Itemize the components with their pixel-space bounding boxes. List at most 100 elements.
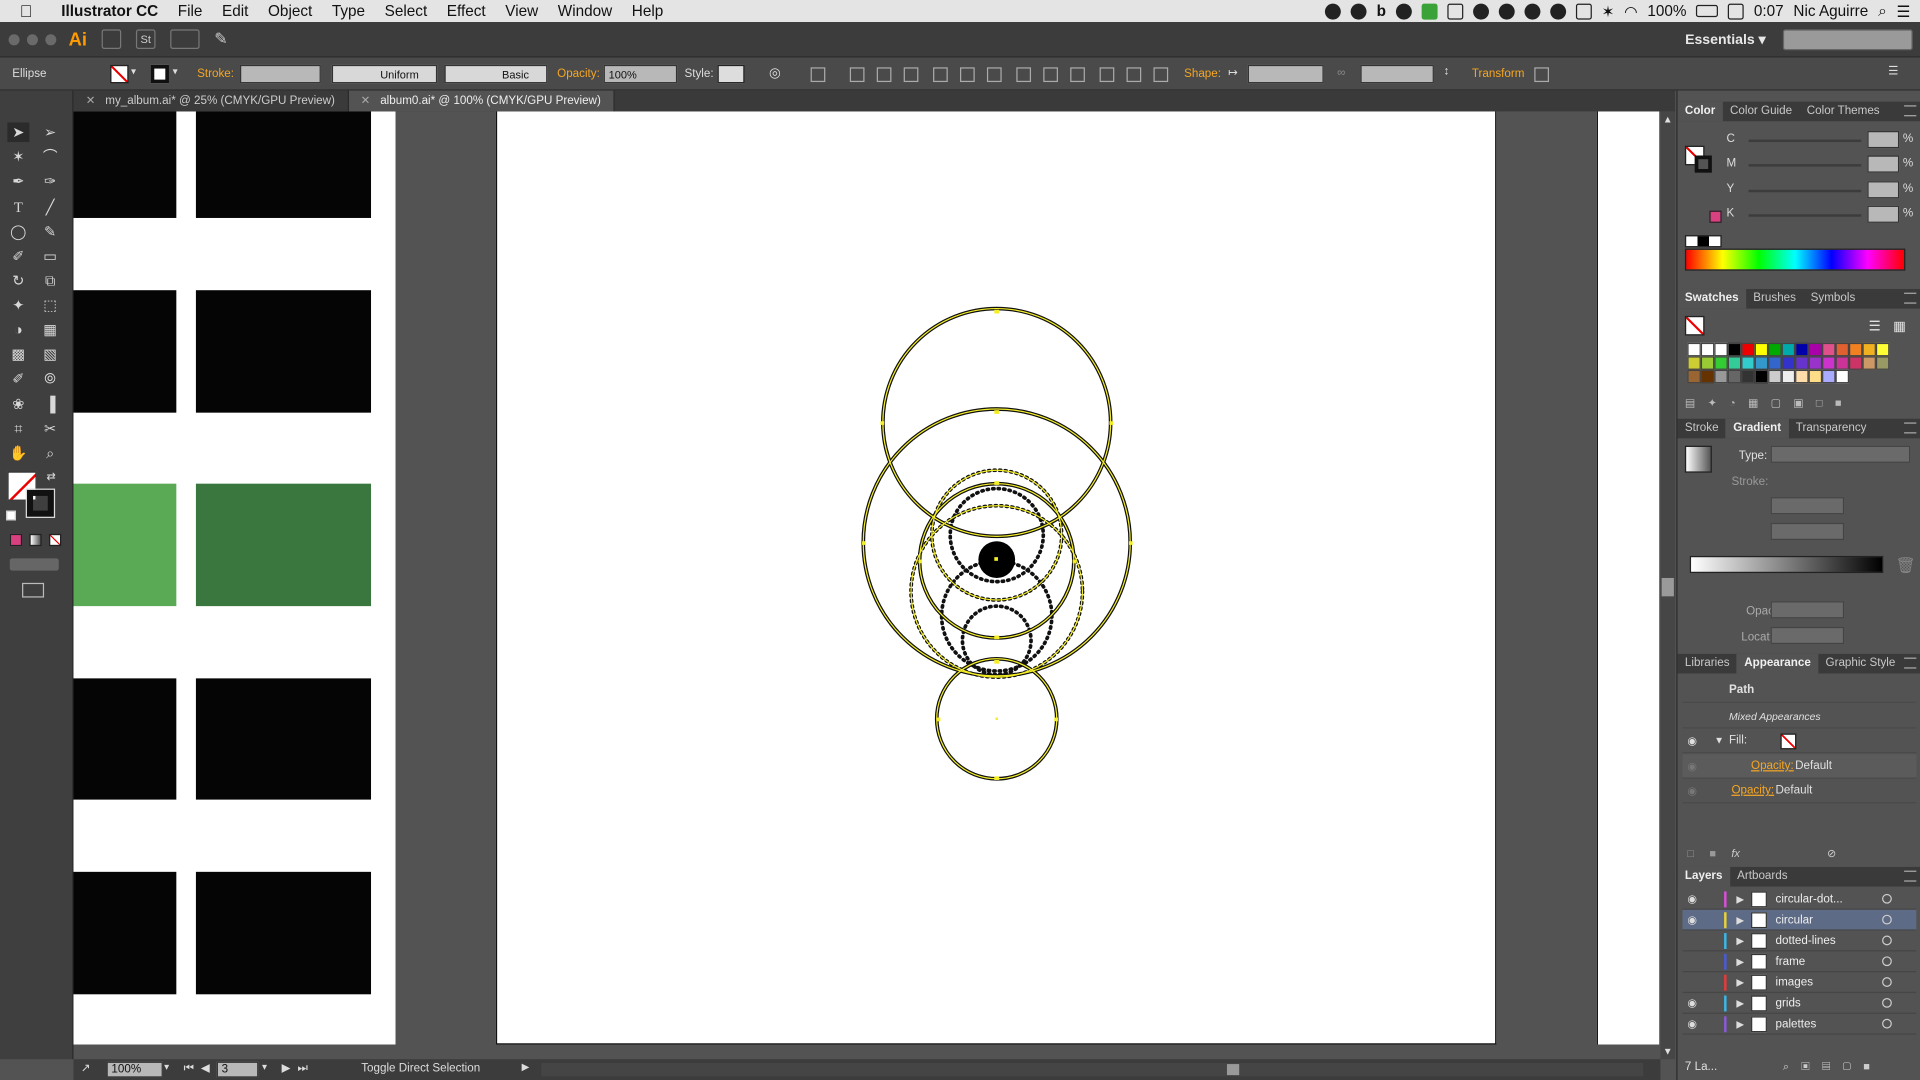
artboard-number-field[interactable]: 3	[216, 1061, 259, 1078]
layer-target-icon[interactable]	[1882, 956, 1892, 967]
menu-type[interactable]: Type	[322, 2, 375, 19]
distribute-top-icon[interactable]	[1016, 67, 1032, 83]
opacity-label[interactable]: Opacity:	[557, 67, 600, 80]
spotlight-icon[interactable]: ⌕	[1878, 2, 1887, 20]
image-block[interactable]	[195, 678, 372, 800]
hand-tool-icon[interactable]: ✋	[7, 443, 29, 463]
swatch[interactable]	[1754, 369, 1769, 384]
wifi-icon[interactable]: ◠	[1624, 2, 1637, 20]
eyedropper-tool-icon[interactable]: ✐	[7, 369, 29, 389]
black-slider[interactable]: K%	[1727, 205, 1913, 224]
opacity-field[interactable]: 100%	[603, 64, 678, 84]
distribute-bottom-icon[interactable]	[1070, 67, 1085, 83]
swatch[interactable]	[1781, 342, 1796, 357]
expand-triangle-icon[interactable]: ▶	[1736, 889, 1744, 910]
stroke-label[interactable]: Stroke:	[197, 67, 234, 80]
cloud-icon[interactable]	[1498, 3, 1515, 19]
layer-row[interactable]: ▶ images	[1682, 972, 1917, 994]
graph-tool-icon[interactable]: ▐	[39, 394, 61, 414]
share-icon[interactable]: ↗	[81, 1062, 91, 1075]
swatch[interactable]	[1875, 342, 1890, 357]
align-right-icon[interactable]	[903, 67, 919, 83]
ellipse-tool-icon[interactable]: ◯	[7, 222, 29, 242]
visibility-eye-icon[interactable]: ◉	[1687, 910, 1702, 931]
fill-swatch[interactable]	[110, 64, 129, 84]
expand-triangle-icon[interactable]: ▶	[1736, 972, 1744, 993]
b-icon[interactable]: b	[1377, 2, 1386, 19]
swatch[interactable]	[1727, 342, 1742, 357]
yellow-slider[interactable]: Y%	[1727, 181, 1913, 199]
shaper-tool-icon[interactable]: ✐	[7, 246, 29, 266]
add-stroke-icon[interactable]: □	[1687, 847, 1694, 859]
layer-target-icon[interactable]	[1882, 935, 1892, 946]
menu-view[interactable]: View	[495, 2, 548, 19]
stock-button[interactable]: St	[135, 29, 156, 49]
delete-stop-icon[interactable]: 🗑	[1896, 556, 1916, 576]
zoom-dropdown-icon[interactable]: ▾	[164, 1062, 169, 1073]
workspace-switcher[interactable]: Essentials ▾	[1685, 31, 1766, 48]
stroke-color-box[interactable]	[25, 488, 56, 518]
dropbox-icon[interactable]	[1395, 3, 1412, 19]
object-opacity-row[interactable]: ◉ Opacity: Default	[1682, 779, 1917, 804]
minimize-window-button[interactable]	[26, 33, 38, 45]
direct-selection-tool-icon[interactable]: ➢	[39, 122, 61, 142]
next-artboard-icon[interactable]: ▶	[282, 1062, 291, 1075]
curvature-tool-icon[interactable]: ✑	[39, 171, 61, 191]
menu-help[interactable]: Help	[622, 2, 673, 19]
layer-name[interactable]: palettes	[1776, 1014, 1817, 1035]
menu-edit[interactable]: Edit	[212, 2, 258, 19]
align-vcenter-icon[interactable]	[960, 67, 975, 83]
width-tool-icon[interactable]: ✦	[7, 295, 29, 315]
eraser-tool-icon[interactable]: ▭	[39, 246, 61, 266]
layer-target-icon[interactable]	[1882, 893, 1892, 904]
menu-app-name[interactable]: Illustrator CC	[51, 2, 168, 19]
panel-menu-icon[interactable]	[1904, 292, 1917, 304]
perspective-grid-tool-icon[interactable]: ▦	[39, 320, 61, 340]
new-sublayer-icon[interactable]: ▤	[1822, 1060, 1843, 1072]
menu-effect[interactable]: Effect	[437, 2, 495, 19]
zoom-field[interactable]: 100%	[106, 1061, 163, 1078]
gradient-preview[interactable]	[1684, 445, 1712, 473]
tab-my-album[interactable]: ✕ my_album.ai* @ 25% (CMYK/GPU Preview)	[73, 90, 349, 112]
shield-icon[interactable]	[1550, 3, 1567, 19]
layer-target-icon[interactable]	[1882, 1018, 1892, 1029]
swatch[interactable]	[1795, 369, 1809, 384]
align-top-icon[interactable]	[933, 67, 948, 83]
swatch[interactable]	[1741, 369, 1755, 384]
default-fill-stroke-icon[interactable]	[6, 510, 16, 521]
swatch[interactable]	[1727, 369, 1742, 384]
line-tool-icon[interactable]: ╱	[39, 197, 61, 217]
search-stock-input[interactable]	[1782, 29, 1913, 51]
swatch[interactable]	[1875, 356, 1890, 370]
bluetooth-icon[interactable]: ✶	[1602, 2, 1615, 20]
image-block[interactable]	[73, 871, 177, 995]
last-color-swatch[interactable]	[1709, 210, 1722, 223]
scale-tool-icon[interactable]: ⧉	[39, 271, 61, 291]
eye-icon[interactable]: ◉	[1687, 729, 1697, 753]
close-window-button[interactable]	[8, 33, 20, 45]
swatch[interactable]	[1808, 369, 1823, 384]
bridge-button[interactable]	[101, 29, 122, 49]
close-tab-icon[interactable]: ✕	[361, 94, 371, 107]
active-artboard[interactable]	[495, 111, 1497, 1045]
prev-artboard-icon[interactable]: ◀	[201, 1062, 210, 1075]
horizontal-scrollbar[interactable]	[541, 1062, 1644, 1077]
type-tool-icon[interactable]: T	[7, 197, 29, 217]
tab-album0[interactable]: ✕ album0.ai* @ 100% (CMYK/GPU Preview)	[348, 90, 615, 112]
mesh-tool-icon[interactable]: ▩	[7, 344, 29, 364]
swatch-fill-proxy[interactable]	[1684, 315, 1705, 336]
layer-name[interactable]: dotted-lines	[1776, 931, 1836, 952]
image-block[interactable]	[195, 483, 372, 607]
free-transform-tool-icon[interactable]: ⬚	[39, 295, 61, 315]
artboard-tool-icon[interactable]: ⌗	[7, 419, 29, 439]
magic-wand-tool-icon[interactable]: ✶	[7, 147, 29, 167]
swatch[interactable]	[1714, 356, 1728, 370]
swatch[interactable]	[1727, 356, 1742, 370]
tab-swatches[interactable]: Swatches	[1677, 288, 1746, 309]
align-left-icon[interactable]	[849, 67, 865, 83]
sync-icon[interactable]	[1524, 3, 1541, 19]
clear-appearance-icon[interactable]: ⊘	[1827, 847, 1836, 860]
airplay-icon[interactable]	[1575, 3, 1592, 19]
layer-row[interactable]: ◉ ▶ grids	[1682, 993, 1917, 1014]
user-name[interactable]: Nic Aguirre	[1793, 2, 1868, 19]
